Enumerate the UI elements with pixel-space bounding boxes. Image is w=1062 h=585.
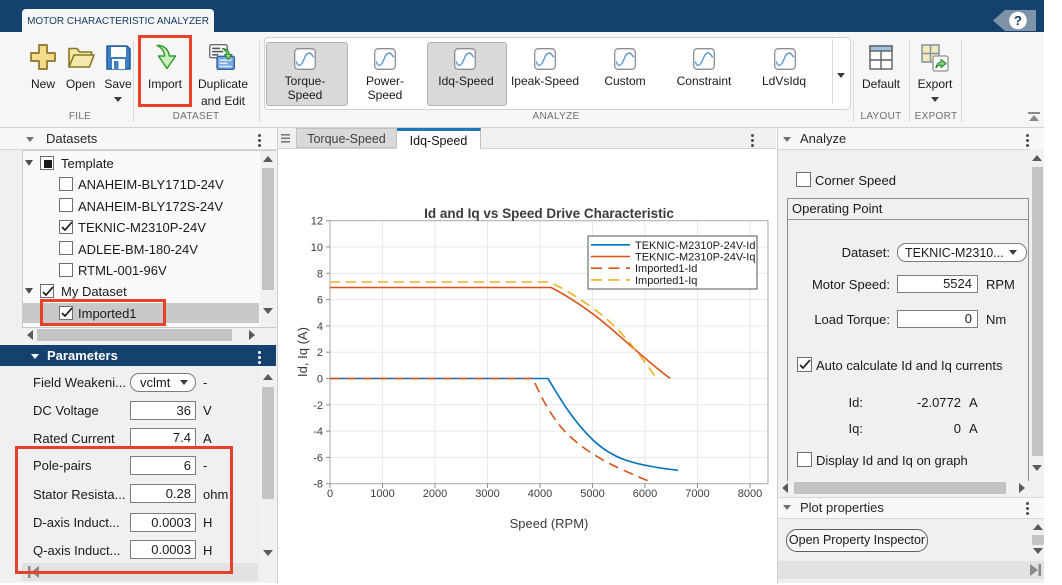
svg-text:8: 8 [317,268,323,280]
svg-text:12: 12 [311,216,323,228]
svg-text:-6: -6 [313,452,323,464]
svg-text:1000: 1000 [370,488,394,500]
svg-text:5000: 5000 [580,488,604,500]
svg-text:Imported1-Iq: Imported1-Iq [635,275,697,287]
svg-text:Speed (RPM): Speed (RPM) [510,516,589,531]
svg-text:-4: -4 [313,426,323,438]
svg-text:0: 0 [317,374,323,386]
svg-text:Id and Iq vs Speed Drive Chara: Id and Iq vs Speed Drive Characteristic [424,206,674,221]
svg-text:0: 0 [327,488,333,500]
svg-text:Imported1-Id: Imported1-Id [635,263,697,275]
svg-text:TEKNIC-M2310P-24V-Iq: TEKNIC-M2310P-24V-Iq [635,252,755,264]
svg-text:Id, Iq (A): Id, Iq (A) [295,327,310,377]
svg-text:3000: 3000 [475,488,499,500]
svg-text:4: 4 [317,321,323,333]
svg-text:7000: 7000 [685,488,709,500]
svg-text:10: 10 [311,242,323,254]
svg-text:-2: -2 [313,400,323,412]
svg-text:6000: 6000 [633,488,657,500]
svg-text:?: ? [1014,13,1022,28]
svg-text:6: 6 [317,295,323,307]
svg-text:8000: 8000 [738,488,762,500]
svg-text:2: 2 [317,347,323,359]
svg-text:2000: 2000 [423,488,447,500]
svg-text:4000: 4000 [528,488,552,500]
svg-text:-8: -8 [313,479,323,491]
svg-text:TEKNIC-M2310P-24V-Id: TEKNIC-M2310P-24V-Id [635,240,755,252]
